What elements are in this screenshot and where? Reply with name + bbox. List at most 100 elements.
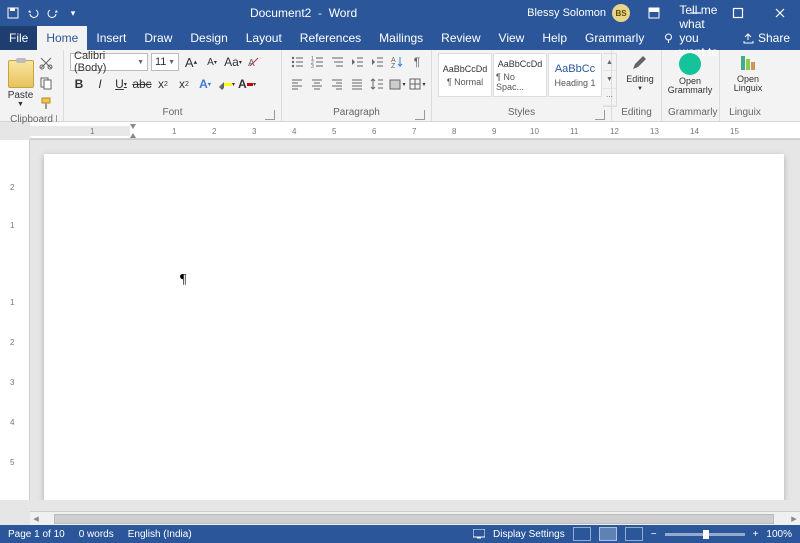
- word-count[interactable]: 0 words: [79, 529, 114, 540]
- font-size-combo[interactable]: 11▼: [151, 53, 179, 71]
- maximize-button[interactable]: [720, 0, 756, 26]
- share-button[interactable]: Share: [733, 26, 800, 50]
- copy-icon[interactable]: [39, 76, 57, 94]
- ribbon: Paste ▼ Clipboard Calibri (Body)▼ 11▼ A▴…: [0, 50, 800, 122]
- group-label-grammarly: Grammarly: [668, 107, 713, 120]
- print-layout-icon[interactable]: [599, 527, 617, 541]
- page-number[interactable]: Page 1 of 10: [8, 529, 65, 540]
- paste-button[interactable]: Paste ▼: [6, 53, 35, 114]
- language-status[interactable]: English (India): [128, 529, 192, 540]
- strikethrough-button[interactable]: abc: [133, 75, 151, 93]
- multilevel-list-icon[interactable]: [328, 53, 346, 71]
- sort-icon[interactable]: AZ: [388, 53, 406, 71]
- page-scroll-area[interactable]: ¶: [30, 140, 800, 500]
- decrease-indent-icon[interactable]: [348, 53, 366, 71]
- align-center-icon[interactable]: [308, 75, 326, 93]
- scroll-thumb[interactable]: [54, 514, 774, 524]
- user-avatar[interactable]: BS: [612, 4, 630, 22]
- style-heading-1[interactable]: AaBbCcHeading 1: [548, 53, 602, 97]
- svg-text:2: 2: [212, 127, 217, 136]
- bold-button[interactable]: B: [70, 75, 88, 93]
- format-painter-icon[interactable]: [39, 96, 57, 114]
- tab-references[interactable]: References: [291, 26, 370, 50]
- horizontal-scrollbar[interactable]: ◂ ▸: [30, 511, 800, 525]
- svg-text:1: 1: [172, 127, 177, 136]
- svg-text:4: 4: [292, 127, 297, 136]
- clear-format-icon[interactable]: A: [245, 53, 263, 71]
- svg-text:15: 15: [730, 127, 739, 136]
- show-marks-icon[interactable]: ¶: [408, 53, 426, 71]
- cut-icon[interactable]: [39, 56, 57, 74]
- paste-icon: [8, 60, 34, 88]
- read-mode-icon[interactable]: [573, 527, 591, 541]
- tab-insert[interactable]: Insert: [87, 26, 135, 50]
- grow-font-icon[interactable]: A▴: [182, 53, 200, 71]
- vertical-ruler[interactable]: 2112345: [0, 140, 30, 500]
- scroll-left-icon[interactable]: ◂: [30, 512, 42, 525]
- svg-text:1: 1: [90, 127, 95, 136]
- tab-home[interactable]: Home: [37, 26, 87, 50]
- ribbon-options-icon[interactable]: [636, 0, 672, 26]
- svg-text:2: 2: [10, 338, 15, 347]
- editing-button[interactable]: Editing ▼: [618, 53, 662, 92]
- italic-button[interactable]: I: [91, 75, 109, 93]
- numbering-icon[interactable]: 123: [308, 53, 326, 71]
- font-name-combo[interactable]: Calibri (Body)▼: [70, 53, 148, 71]
- shading-icon[interactable]: ▾: [388, 75, 406, 93]
- save-icon[interactable]: [6, 6, 20, 20]
- shrink-font-icon[interactable]: A▾: [203, 53, 221, 71]
- line-spacing-icon[interactable]: [368, 75, 386, 93]
- document-page[interactable]: [44, 154, 784, 500]
- justify-icon[interactable]: [348, 75, 366, 93]
- zoom-in-icon[interactable]: +: [753, 529, 759, 540]
- paste-label: Paste: [8, 90, 34, 101]
- svg-text:3: 3: [10, 378, 15, 387]
- zoom-level[interactable]: 100%: [766, 529, 792, 540]
- open-grammarly-button[interactable]: Open Grammarly: [668, 53, 712, 96]
- tab-help[interactable]: Help: [533, 26, 576, 50]
- style-normal[interactable]: AaBbCcDd¶ Normal: [438, 53, 492, 97]
- tab-grammarly[interactable]: Grammarly: [576, 26, 653, 50]
- tab-draw[interactable]: Draw: [135, 26, 181, 50]
- font-color-icon[interactable]: A▾: [238, 75, 256, 93]
- grammarly-label: Open Grammarly: [668, 77, 713, 96]
- borders-icon[interactable]: ▾: [408, 75, 426, 93]
- align-left-icon[interactable]: [288, 75, 306, 93]
- undo-icon[interactable]: [26, 6, 40, 20]
- dialog-launcher-icon[interactable]: [265, 110, 275, 120]
- close-button[interactable]: [762, 0, 798, 26]
- underline-button[interactable]: U▾: [112, 75, 130, 93]
- web-layout-icon[interactable]: [625, 527, 643, 541]
- change-case-icon[interactable]: Aa▾: [224, 53, 242, 71]
- tab-view[interactable]: View: [490, 26, 534, 50]
- align-right-icon[interactable]: [328, 75, 346, 93]
- dialog-launcher-icon[interactable]: [595, 110, 605, 120]
- open-linguix-button[interactable]: Open Linguix: [726, 53, 770, 94]
- svg-text:3: 3: [252, 127, 257, 136]
- text-effects-icon[interactable]: A▾: [196, 75, 214, 93]
- horizontal-ruler[interactable]: 1 123 456 789 101112 131415: [30, 122, 800, 140]
- svg-text:9: 9: [492, 127, 497, 136]
- user-name[interactable]: Blessy Solomon: [527, 7, 606, 19]
- style-no-spacing[interactable]: AaBbCcDd¶ No Spac...: [493, 53, 547, 97]
- qat-customize-icon[interactable]: ▾: [66, 6, 80, 20]
- tab-design[interactable]: Design: [181, 26, 236, 50]
- display-settings-label[interactable]: Display Settings: [493, 529, 565, 540]
- tab-mailings[interactable]: Mailings: [370, 26, 432, 50]
- scroll-right-icon[interactable]: ▸: [788, 512, 800, 525]
- chevron-down-icon: ▼: [17, 101, 24, 108]
- tab-layout[interactable]: Layout: [237, 26, 291, 50]
- zoom-slider[interactable]: [665, 533, 745, 536]
- highlight-color-icon[interactable]: ▾: [217, 75, 235, 93]
- tab-file[interactable]: File: [0, 26, 37, 50]
- tell-me-search[interactable]: Tell me what you want to do: [653, 26, 733, 50]
- zoom-out-icon[interactable]: −: [651, 529, 657, 540]
- group-styles: AaBbCcDd¶ Normal AaBbCcDd¶ No Spac... Aa…: [432, 50, 612, 121]
- superscript-button[interactable]: x2: [175, 75, 193, 93]
- dialog-launcher-icon[interactable]: [415, 110, 425, 120]
- increase-indent-icon[interactable]: [368, 53, 386, 71]
- bullets-icon[interactable]: [288, 53, 306, 71]
- redo-icon[interactable]: [46, 6, 60, 20]
- tab-review[interactable]: Review: [432, 26, 489, 50]
- subscript-button[interactable]: x2: [154, 75, 172, 93]
